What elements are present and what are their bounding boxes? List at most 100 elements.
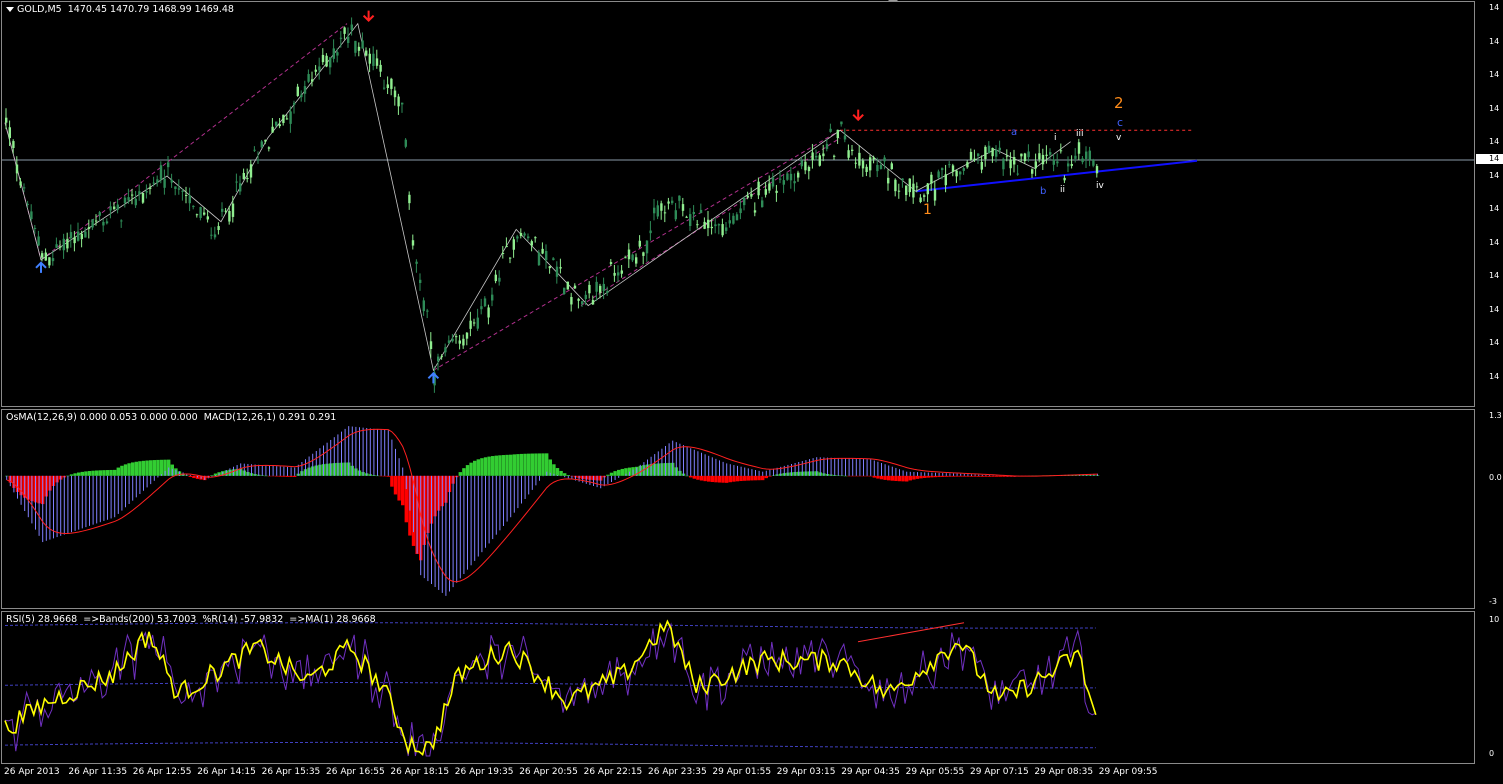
candle-body xyxy=(851,149,854,151)
candle-body xyxy=(195,214,199,216)
osma-bar xyxy=(116,467,120,476)
candle-body xyxy=(962,168,965,171)
candle-body xyxy=(627,249,631,260)
time-tick-label: 26 Apr 12:55 xyxy=(132,767,192,777)
candle-body xyxy=(1016,173,1019,175)
osma-bar xyxy=(948,475,952,477)
candle-body xyxy=(303,86,307,94)
candle-body xyxy=(635,257,638,264)
osma-bar xyxy=(473,460,477,476)
osma-bar xyxy=(725,475,729,483)
osma-bar xyxy=(80,471,84,476)
candle-body xyxy=(519,232,523,236)
osma-bar xyxy=(879,475,884,480)
osma-bar xyxy=(883,475,887,480)
candle-body xyxy=(350,24,353,30)
price-chart-panel[interactable]: GOLD,M5 1470.45 1470.79 1468.99 1469.48 … xyxy=(1,1,1475,407)
osma-bar xyxy=(69,474,74,476)
candle-body xyxy=(606,290,609,294)
osma-bar xyxy=(901,475,905,482)
time-tick-label: 29 Apr 09:55 xyxy=(1098,767,1158,777)
osma-bar xyxy=(905,475,909,482)
osma-bar xyxy=(102,470,106,476)
candle-body xyxy=(944,174,947,186)
osma-bar xyxy=(764,475,768,479)
candle-body xyxy=(19,181,22,186)
candle-body xyxy=(1088,150,1091,160)
candle-body xyxy=(501,252,505,254)
candle-body xyxy=(1059,150,1063,152)
rsi-panel[interactable]: RSI(5) 28.9668 =>Bands(200) 53.7003 %R(1… xyxy=(1,611,1475,764)
candle-body xyxy=(455,336,458,338)
time-axis[interactable]: 26 Apr 2013 26 Apr 11:35 26 Apr 12:55 26 Ap… xyxy=(0,766,1476,784)
candle-body xyxy=(512,239,515,250)
osma-bar xyxy=(555,468,560,476)
candle-body xyxy=(984,146,987,160)
osma-bar xyxy=(732,475,736,482)
candle-body xyxy=(951,165,955,172)
candle-body xyxy=(707,219,710,229)
time-tick-label: 29 Apr 07:15 xyxy=(970,767,1029,777)
candle-body xyxy=(825,143,829,149)
dropdown-triangle-icon[interactable] xyxy=(6,7,14,12)
candle-body xyxy=(152,182,155,184)
candle-body xyxy=(59,246,62,248)
candle-body xyxy=(1002,158,1005,170)
candle-body xyxy=(66,238,69,249)
candle-body xyxy=(278,124,281,127)
candle-body xyxy=(786,173,789,180)
osma-bar xyxy=(210,475,214,476)
osma-bar xyxy=(977,475,981,477)
osma-bar xyxy=(98,470,102,476)
osma-bar xyxy=(991,475,995,477)
candle-body xyxy=(185,195,188,197)
candle-body xyxy=(429,341,433,350)
candle-body xyxy=(51,258,55,262)
osma-bar xyxy=(919,475,923,479)
candle-body xyxy=(120,220,123,222)
candle-body xyxy=(919,197,922,202)
osma-bar xyxy=(937,475,941,478)
candle-body xyxy=(163,178,166,188)
osma-bar xyxy=(267,475,272,477)
osma-bar xyxy=(757,475,761,481)
candle-body xyxy=(141,193,145,203)
osma-bar xyxy=(77,472,81,476)
candle-body xyxy=(159,165,163,180)
candle-body xyxy=(685,216,688,218)
candle-body xyxy=(213,234,217,238)
osma-bar xyxy=(908,475,912,481)
candle-body xyxy=(638,240,641,247)
osma-bar xyxy=(512,454,516,476)
candle-body xyxy=(822,153,825,157)
osma-bar xyxy=(534,453,538,476)
osma-bar xyxy=(912,475,916,480)
candle-body xyxy=(692,211,695,215)
candle-body xyxy=(555,266,559,277)
candle-body xyxy=(379,64,382,72)
candle-body xyxy=(12,141,15,149)
osma-macd-panel[interactable]: OsMA(12,26,9) 0.000 0.053 0.000 0.000 MA… xyxy=(1,409,1475,609)
candle-body xyxy=(397,96,400,107)
osma-bar xyxy=(869,475,873,477)
osma-bar xyxy=(962,475,966,477)
candle-body xyxy=(649,230,652,234)
price-axis[interactable]: 14 14 14 14 14 14 14 14 14 14 14 14 xyxy=(1476,1,1503,407)
candle-body xyxy=(905,185,908,195)
current-price-tag: 14 xyxy=(1476,154,1503,164)
rsi-axis[interactable]: 10 0 xyxy=(1476,611,1503,764)
candle-body xyxy=(901,178,904,181)
osma-bar xyxy=(851,475,855,477)
candle-body xyxy=(95,220,98,222)
time-tick-label: 29 Apr 03:15 xyxy=(776,767,836,777)
candle-body xyxy=(354,40,357,53)
osma-bar xyxy=(289,475,293,477)
osma-axis[interactable]: 1.3 0.0 -3 xyxy=(1476,409,1503,609)
candle-body xyxy=(667,201,670,204)
price-tick-label: 14 xyxy=(1489,170,1500,180)
candle-body xyxy=(591,300,595,305)
candle-body xyxy=(1009,159,1012,169)
osma-bar xyxy=(721,475,725,483)
candle-body xyxy=(296,86,299,96)
candle-body xyxy=(908,178,911,193)
